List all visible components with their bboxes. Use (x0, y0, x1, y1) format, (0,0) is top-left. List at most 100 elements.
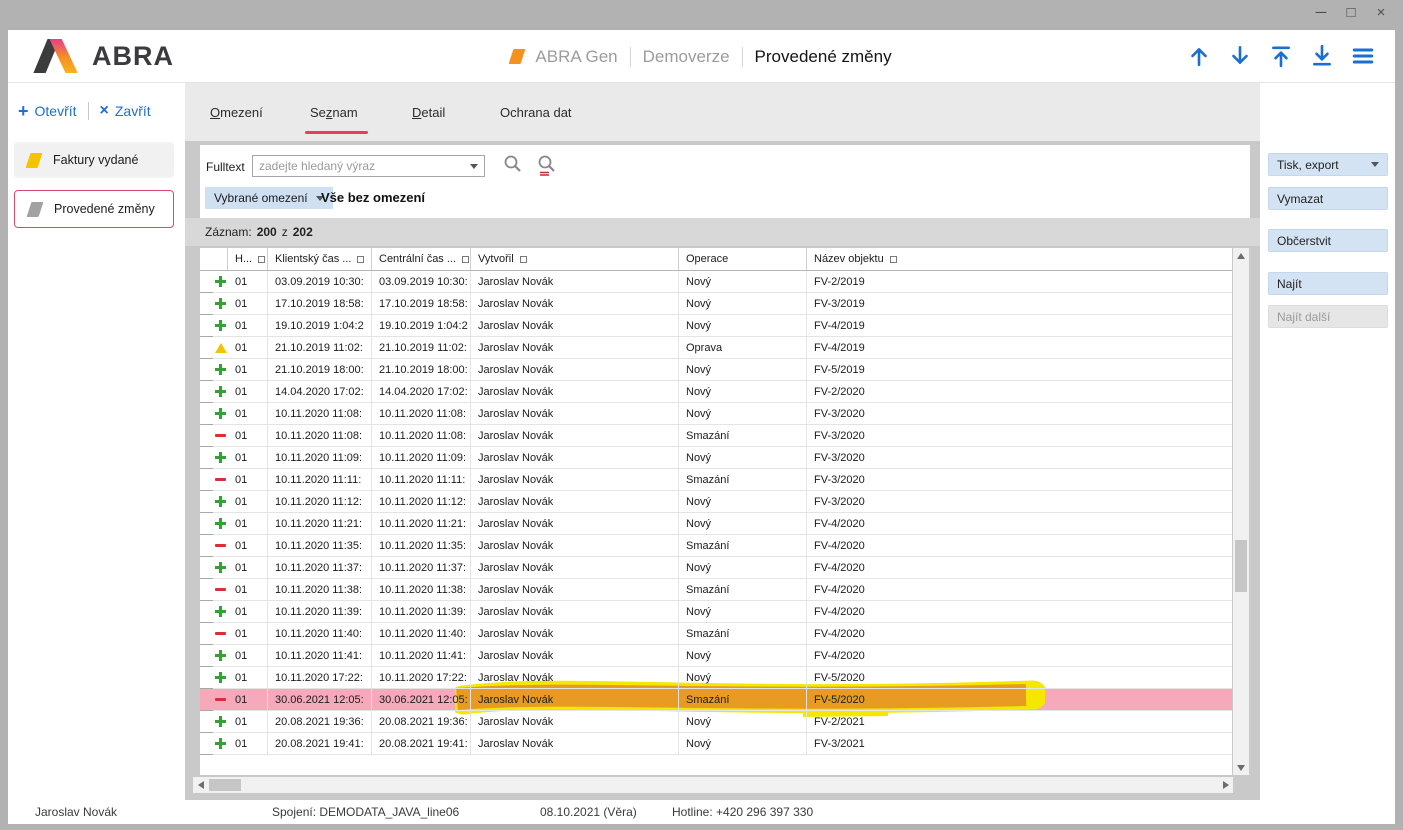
minus-icon (213, 689, 228, 711)
arrow-up-icon[interactable] (1187, 44, 1211, 68)
column-filter-box-icon[interactable] (462, 256, 469, 263)
column-filter-box-icon[interactable] (357, 256, 364, 263)
row-author: Jaroslav Novák (471, 557, 679, 579)
row-central-time: 03.09.2019 10:30: (372, 271, 471, 293)
find-next-button[interactable]: Najít další (1268, 305, 1388, 328)
column-filter-box-icon[interactable] (258, 256, 265, 263)
changes-table: H...Klientský čas ...Centrální čas ...Vy… (200, 248, 1232, 775)
tab-seznam[interactable]: Seznam (310, 105, 358, 120)
row-gutter (200, 381, 213, 403)
table-row[interactable]: 0110.11.2020 11:08:10.11.2020 11:08:Jaro… (200, 425, 1232, 447)
table-row[interactable]: 0110.11.2020 11:38:10.11.2020 11:38:Jaro… (200, 579, 1232, 601)
row-central-time: 20.08.2021 19:41: (372, 733, 471, 755)
close-icon[interactable]: × (1373, 4, 1389, 21)
table-row[interactable]: 0110.11.2020 11:39:10.11.2020 11:39:Jaro… (200, 601, 1232, 623)
scroll-down-icon[interactable] (1233, 760, 1249, 775)
table-row[interactable]: 0110.11.2020 11:40:10.11.2020 11:40:Jaro… (200, 623, 1232, 645)
table-row[interactable]: 0121.10.2019 18:00:21.10.2019 18:00:Jaro… (200, 359, 1232, 381)
horizontal-scrollbar[interactable] (193, 777, 1233, 793)
row-author: Jaroslav Novák (471, 513, 679, 535)
fulltext-input[interactable] (253, 159, 470, 173)
open-button[interactable]: + Otevřít (18, 103, 77, 119)
selected-restriction-dropdown[interactable]: Vybrané omezení (205, 187, 333, 209)
row-depth: 01 (228, 557, 268, 579)
arrow-to-top-icon[interactable] (1269, 44, 1293, 68)
clear-label: Vymazat (1277, 192, 1323, 206)
table-row[interactable]: 0110.11.2020 11:08:10.11.2020 11:08:Jaro… (200, 403, 1232, 425)
row-operation: Nový (679, 667, 807, 689)
column-header[interactable]: Vytvořil (471, 248, 679, 270)
row-gutter (200, 711, 213, 733)
sidebar-item-label: Provedené změny (54, 202, 155, 216)
chevron-down-icon[interactable] (470, 164, 478, 169)
search-next-icon[interactable] (536, 154, 558, 176)
row-client-time: 10.11.2020 11:08: (268, 403, 372, 425)
table-row[interactable]: 0103.09.2019 10:30:03.09.2019 10:30:Jaro… (200, 271, 1232, 293)
arrow-to-bottom-icon[interactable] (1310, 44, 1334, 68)
column-header[interactable]: Název objektu (807, 248, 1232, 270)
table-row[interactable]: 0114.04.2020 17:02:14.04.2020 17:02:Jaro… (200, 381, 1232, 403)
vertical-scrollbar[interactable] (1233, 248, 1249, 775)
row-operation: Nový (679, 271, 807, 293)
table-row[interactable]: 0120.08.2021 19:36:20.08.2021 19:36:Jaro… (200, 711, 1232, 733)
center-panel: Omezení Seznam Detail Ochrana dat Fullte… (185, 83, 1260, 800)
sidebar-item-provedene-zmeny[interactable]: Provedené změny (14, 190, 174, 228)
column-header[interactable]: Operace (679, 248, 807, 270)
tab-omezeni[interactable]: Omezení (210, 105, 263, 120)
table-row[interactable]: 0110.11.2020 11:41:10.11.2020 11:41:Jaro… (200, 645, 1232, 667)
table-row[interactable]: 0110.11.2020 11:35:10.11.2020 11:35:Jaro… (200, 535, 1232, 557)
table-row[interactable]: 0117.10.2019 18:58:17.10.2019 18:58:Jaro… (200, 293, 1232, 315)
refresh-button[interactable]: Občerstvit (1268, 229, 1388, 252)
row-object: FV-3/2020 (807, 469, 1232, 491)
row-object: FV-2/2021 (807, 711, 1232, 733)
vertical-scroll-thumb[interactable] (1235, 540, 1247, 592)
column-header[interactable]: Centrální čas ... (372, 248, 471, 270)
row-object: FV-4/2019 (807, 315, 1232, 337)
record-count: Záznam: 200 z 202 (185, 218, 1260, 246)
horizontal-scroll-thumb[interactable] (209, 779, 241, 791)
column-filter-box-icon[interactable] (890, 256, 897, 263)
row-operation: Nový (679, 557, 807, 579)
maximize-icon[interactable]: □ (1343, 4, 1359, 21)
menu-icon[interactable] (1351, 44, 1375, 68)
plus-icon (213, 557, 228, 579)
table-row[interactable]: 0110.11.2020 11:21:10.11.2020 11:21:Jaro… (200, 513, 1232, 535)
table-row[interactable]: 0120.08.2021 19:41:20.08.2021 19:41:Jaro… (200, 733, 1232, 755)
close-tab-button[interactable]: × Zavřít (100, 103, 151, 119)
column-header[interactable]: Klientský čas ... (268, 248, 372, 270)
tab-label: etail (421, 105, 445, 120)
table-row[interactable]: 0110.11.2020 11:37:10.11.2020 11:37:Jaro… (200, 557, 1232, 579)
row-object: FV-2/2019 (807, 271, 1232, 293)
clear-button[interactable]: Vymazat (1268, 187, 1388, 210)
sidebar-item-faktury-vydane[interactable]: Faktury vydané (14, 142, 174, 178)
find-button[interactable]: Najít (1268, 272, 1388, 295)
plus-icon (213, 667, 228, 689)
minimize-icon[interactable]: ─ (1313, 4, 1329, 21)
find-label: Najít (1277, 277, 1302, 291)
active-tab-underline (305, 131, 368, 134)
row-author: Jaroslav Novák (471, 491, 679, 513)
table-row[interactable]: 0110.11.2020 17:22:10.11.2020 17:22:Jaro… (200, 667, 1232, 689)
scroll-up-icon[interactable] (1233, 248, 1249, 263)
table-row[interactable]: 0130.06.2021 12:05:30.06.2021 12:05:Jaro… (200, 689, 1232, 711)
column-filter-box-icon[interactable] (520, 256, 527, 263)
plus-icon (213, 403, 228, 425)
print-export-button[interactable]: Tisk, export (1268, 153, 1388, 176)
plus-icon: + (18, 104, 29, 118)
column-header[interactable]: H... (228, 248, 268, 270)
row-operation: Nový (679, 645, 807, 667)
window-titlebar: ─ □ × (0, 0, 1403, 30)
scroll-right-icon[interactable] (1218, 777, 1233, 793)
fulltext-combobox[interactable] (252, 155, 485, 177)
table-row[interactable]: 0119.10.2019 1:04:219.10.2019 1:04:2Jaro… (200, 315, 1232, 337)
row-author: Jaroslav Novák (471, 579, 679, 601)
tab-ochrana-dat[interactable]: Ochrana dat (500, 105, 572, 120)
table-row[interactable]: 0110.11.2020 11:09:10.11.2020 11:09:Jaro… (200, 447, 1232, 469)
table-row[interactable]: 0110.11.2020 11:11:10.11.2020 11:11:Jaro… (200, 469, 1232, 491)
scroll-left-icon[interactable] (193, 777, 208, 793)
table-row[interactable]: 0121.10.2019 11:02:21.10.2019 11:02:Jaro… (200, 337, 1232, 359)
search-icon[interactable] (502, 154, 524, 176)
arrow-down-icon[interactable] (1228, 44, 1252, 68)
tab-detail[interactable]: Detail (412, 105, 445, 120)
table-row[interactable]: 0110.11.2020 11:12:10.11.2020 11:12:Jaro… (200, 491, 1232, 513)
